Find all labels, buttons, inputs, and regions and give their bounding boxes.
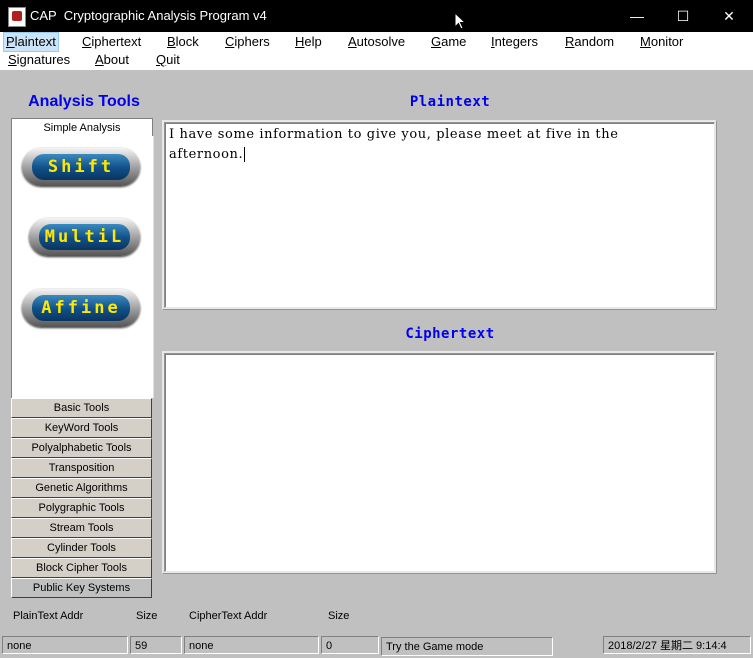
menu-help[interactable]: Help <box>293 33 324 51</box>
menu-bar: Plaintext Ciphertext Block Ciphers Help … <box>0 32 753 70</box>
mouse-pointer-icon <box>454 12 466 30</box>
plaintext-line-2: afternoon. <box>169 147 246 162</box>
menu-autosolve[interactable]: Autosolve <box>346 33 407 51</box>
ciphertext-textarea[interactable] <box>162 351 717 574</box>
menu-ciphertext[interactable]: Ciphertext <box>80 33 143 51</box>
status-datetime: 2018/2/27 星期二 9:14:4 <box>603 636 751 654</box>
ciphertext-size-label: Size <box>328 610 350 622</box>
window-title: CAP Cryptographic Analysis Program v4 <box>30 8 267 23</box>
public-key-systems-button[interactable]: Public Key Systems <box>11 578 152 598</box>
shift-button[interactable]: Shift <box>22 148 140 186</box>
plaintext-label: Plaintext <box>409 94 491 110</box>
menu-quit[interactable]: Quit <box>154 51 182 69</box>
maximize-button[interactable]: ☐ <box>660 0 706 32</box>
menu-game[interactable]: Game <box>429 33 468 51</box>
keyword-tools-button[interactable]: KeyWord Tools <box>11 418 152 438</box>
block-cipher-tools-button[interactable]: Block Cipher Tools <box>11 558 152 578</box>
app-icon <box>8 7 26 27</box>
cylinder-tools-button[interactable]: Cylinder Tools <box>11 538 152 558</box>
text-caret <box>244 147 246 162</box>
menu-monitor[interactable]: Monitor <box>638 33 685 51</box>
transposition-button[interactable]: Transposition <box>11 458 152 478</box>
menu-signatures[interactable]: Signatures <box>6 51 72 69</box>
plaintext-line-1: I have some information to give you, ple… <box>169 127 619 142</box>
ciphertext-label: Ciphertext <box>405 326 495 342</box>
menu-plaintext[interactable]: Plaintext <box>3 32 59 52</box>
stream-tools-button[interactable]: Stream Tools <box>11 518 152 538</box>
menu-ciphers[interactable]: Ciphers <box>223 33 272 51</box>
basic-tools-button[interactable]: Basic Tools <box>11 398 152 418</box>
ciphertext-addr-value: none <box>184 636 319 654</box>
plaintext-size-label: Size <box>136 610 158 622</box>
menu-about[interactable]: About <box>93 51 131 69</box>
menu-random[interactable]: Random <box>563 33 616 51</box>
menu-block[interactable]: Block <box>165 33 201 51</box>
polyalphabetic-tools-button[interactable]: Polyalphabetic Tools <box>11 438 152 458</box>
polygraphic-tools-button[interactable]: Polygraphic Tools <box>11 498 152 518</box>
multil-button[interactable]: MultiL <box>29 218 140 256</box>
plaintext-size-value: 59 <box>130 636 182 654</box>
menu-integers[interactable]: Integers <box>489 33 540 51</box>
tab-simple-analysis[interactable]: Simple Analysis <box>11 118 153 137</box>
analysis-tools-title: Analysis Tools <box>28 93 140 110</box>
plaintext-addr-label: PlainText Addr <box>13 610 84 622</box>
ciphertext-size-value: 0 <box>321 636 379 654</box>
status-hint: Try the Game mode <box>381 637 553 656</box>
simple-analysis-panel: Shift MultiL Affine <box>11 136 154 398</box>
ciphertext-addr-label: CipherText Addr <box>189 610 268 622</box>
minimize-button[interactable]: — <box>614 0 660 32</box>
genetic-algorithms-button[interactable]: Genetic Algorithms <box>11 478 152 498</box>
plaintext-addr-value: none <box>2 636 128 654</box>
title-bar: CAP Cryptographic Analysis Program v4 — … <box>0 0 753 32</box>
close-button[interactable]: ✕ <box>706 0 752 32</box>
affine-button[interactable]: Affine <box>22 289 140 327</box>
plaintext-textarea[interactable]: I have some information to give you, ple… <box>162 120 717 310</box>
